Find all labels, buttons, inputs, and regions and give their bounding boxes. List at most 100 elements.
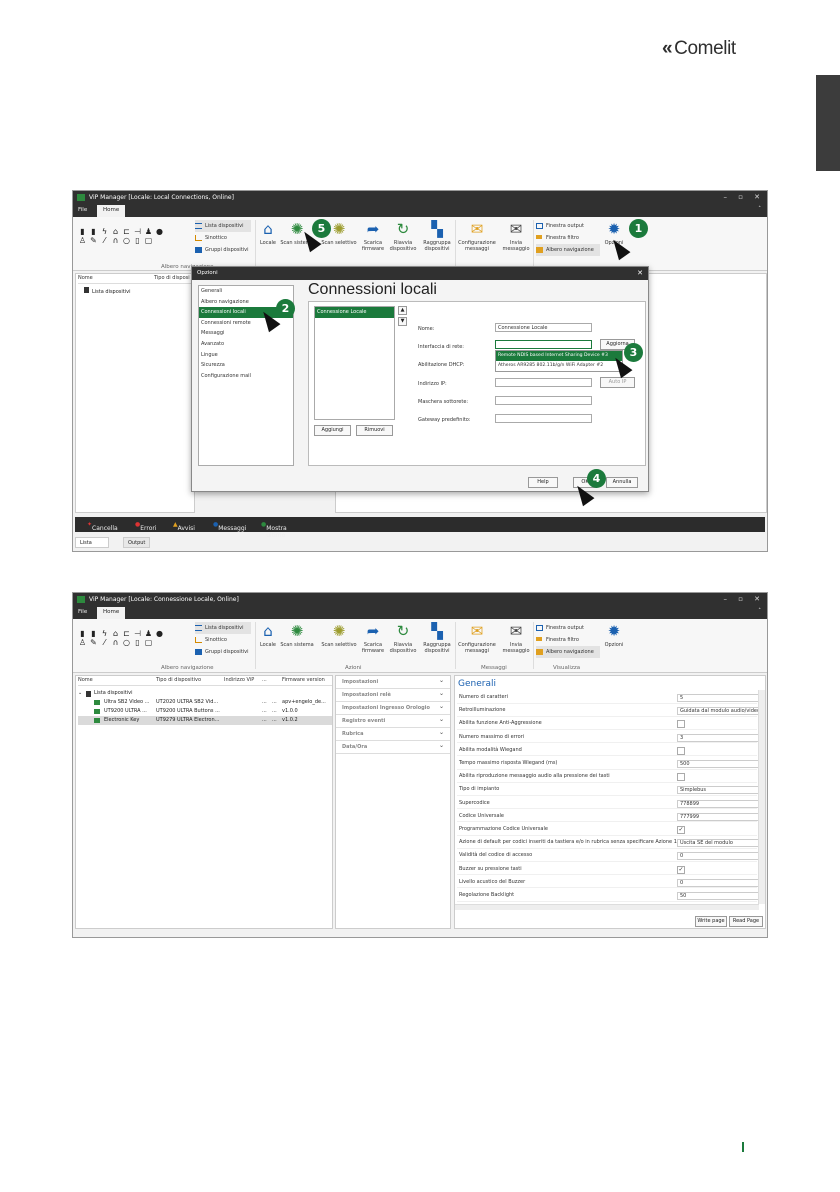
users-icon[interactable]: ♟: [144, 629, 153, 638]
phone-icon[interactable]: ▯: [133, 236, 142, 245]
property-checkbox[interactable]: ✓: [677, 826, 685, 834]
mostra-ultimo-button[interactable]: ● Mostra ultimo: [261, 521, 287, 539]
menu-file[interactable]: File: [78, 207, 87, 213]
property-checkbox[interactable]: [677, 720, 685, 729]
close-icon[interactable]: ✕: [754, 193, 760, 201]
dropdown-option-atheros[interactable]: Atheros AR9285 802.11b/g/n WiFi Adapter …: [496, 361, 622, 371]
tool-icon[interactable]: ϟ: [100, 629, 109, 638]
device-icon[interactable]: ▮: [78, 629, 87, 638]
table-row[interactable]: Ultra SB2 Video ... UT2020 ULTRA SB2 Vid.…: [78, 698, 332, 707]
ring-icon[interactable]: ○: [122, 638, 131, 647]
finestra-filtro-button[interactable]: Finestra filtro: [536, 232, 600, 244]
property-checkbox[interactable]: [677, 746, 685, 755]
dropdown-option-ndis[interactable]: Remote NDIS based Internet Sharing Devic…: [496, 351, 622, 361]
house-icon[interactable]: ⌂: [111, 629, 120, 638]
scarica-firmware-button[interactable]: ➦ Scarica firmware: [360, 221, 386, 252]
sinottico-button[interactable]: Sinottico: [195, 634, 251, 646]
property-value[interactable]: 778899: [677, 799, 761, 808]
write-page-button[interactable]: Write page: [695, 916, 727, 927]
accordion-rele[interactable]: Impostazioni relè: [336, 687, 450, 702]
gateway-field[interactable]: [495, 414, 592, 423]
collapse-ribbon-icon[interactable]: ˄: [758, 206, 761, 212]
accordion-orologio[interactable]: Impostazioni Ingresso Orologio: [336, 700, 450, 715]
invia-messaggio-button[interactable]: ✉ Invia messaggio: [501, 221, 531, 252]
property-value[interactable]: 5: [677, 694, 761, 702]
invia-messaggio-button[interactable]: ✉ Invia messaggio: [501, 623, 531, 654]
ring-icon[interactable]: ○: [122, 236, 131, 245]
door-icon[interactable]: ⊏: [122, 227, 131, 236]
pen-icon[interactable]: ✎: [89, 638, 98, 647]
ip-field[interactable]: [495, 378, 592, 387]
nav-sicurezza[interactable]: Sicurezza: [199, 360, 293, 371]
exit-icon[interactable]: ⊣: [133, 629, 142, 638]
property-value[interactable]: 0: [677, 852, 761, 861]
minimize-icon[interactable]: –: [724, 595, 728, 603]
connection-item[interactable]: Connessione Locale: [315, 307, 394, 318]
scan-sistema-button[interactable]: ✺ Scan sistema: [280, 623, 314, 648]
move-up-button[interactable]: ▲: [398, 306, 407, 315]
finestra-output-button[interactable]: Finestra output: [536, 220, 600, 232]
messaggi-button[interactable]: ● Messaggi: [213, 521, 246, 532]
move-down-button[interactable]: ▼: [398, 317, 407, 326]
device-icon[interactable]: ▮: [78, 227, 87, 236]
minimize-icon[interactable]: –: [724, 193, 728, 201]
nome-field[interactable]: Connessione Locale: [495, 323, 592, 332]
configurazione-messaggi-button[interactable]: ✉ Configurazione messaggi: [457, 623, 497, 654]
wand-icon[interactable]: ⁄: [100, 638, 109, 647]
sinottico-button[interactable]: Sinottico: [195, 232, 251, 244]
riavvia-dispositivo-button[interactable]: ↻ Riavvia dispositivo: [388, 623, 418, 654]
configurazione-messaggi-button[interactable]: ✉ Configurazione messaggi: [457, 221, 497, 252]
pen-icon[interactable]: ✎: [89, 236, 98, 245]
auto-ip-button[interactable]: Auto IP: [600, 377, 635, 388]
aggiungi-button[interactable]: Aggiungi: [314, 425, 351, 436]
lista-dispositivi-button[interactable]: Lista dispositivi: [195, 622, 251, 634]
finestra-output-button[interactable]: Finestra output: [536, 622, 600, 634]
property-value[interactable]: 777999: [677, 812, 761, 821]
raggruppa-dispositivi-button[interactable]: ▚ Raggruppa dispositivi: [420, 221, 454, 252]
property-value[interactable]: Simplebus: [677, 786, 761, 795]
property-value[interactable]: 50: [677, 892, 761, 900]
gruppi-dispositivi-button[interactable]: Gruppi dispositivi: [195, 244, 251, 256]
property-value[interactable]: 500: [677, 760, 761, 768]
tab-output[interactable]: Output: [123, 537, 151, 548]
errori-button[interactable]: ● Errori: [135, 521, 157, 532]
user-icon[interactable]: ●: [155, 629, 164, 638]
scarica-firmware-button[interactable]: ➦ Scarica firmware: [360, 623, 386, 654]
nav-configurazione-mail[interactable]: Configurazione mail: [199, 371, 293, 382]
property-value[interactable]: 0: [677, 878, 761, 887]
collapse-ribbon-icon[interactable]: ˄: [758, 608, 761, 614]
read-page-button[interactable]: Read Page: [729, 916, 763, 927]
help-button[interactable]: Help: [528, 477, 558, 488]
vertical-scrollbar[interactable]: [758, 690, 765, 904]
monitor-icon[interactable]: ▢: [144, 236, 153, 245]
expand-icon[interactable]: ⌄: [78, 689, 82, 698]
accordion-data-ora[interactable]: Data/Ora: [336, 739, 450, 754]
dialog-close-icon[interactable]: ✕: [637, 269, 643, 277]
nav-generali[interactable]: Generali: [199, 286, 293, 297]
locale-button[interactable]: ⌂ Locale: [257, 623, 279, 648]
device-icon[interactable]: ▮: [89, 227, 98, 236]
cancella-button[interactable]: ✦ Cancella: [87, 521, 118, 532]
rimuovi-button[interactable]: Rimuovi: [356, 425, 393, 436]
avvisi-button[interactable]: ▲ Avvisi: [173, 521, 195, 532]
table-row[interactable]: UT9200 ULTRA ... UT9200 ULTRA Buttons ...…: [78, 707, 332, 716]
property-checkbox[interactable]: ✓: [677, 865, 685, 874]
menu-home[interactable]: Home: [97, 607, 126, 619]
albero-navigazione-button[interactable]: Albero navigazione: [536, 646, 600, 658]
accordion-rubrica[interactable]: Rubrica: [336, 726, 450, 741]
device-icon[interactable]: ▮: [89, 629, 98, 638]
raggruppa-dispositivi-button[interactable]: ▚ Raggruppa dispositivi: [420, 623, 454, 654]
property-checkbox[interactable]: [677, 773, 685, 782]
opzioni-button[interactable]: ✹ Opzioni: [603, 623, 625, 648]
nav-messaggi[interactable]: Messaggi: [199, 328, 293, 339]
mask-field[interactable]: [495, 396, 592, 405]
close-icon[interactable]: ✕: [754, 595, 760, 603]
wand-icon[interactable]: ⁄: [100, 236, 109, 245]
nav-lingue[interactable]: Lingue: [199, 350, 293, 361]
user-icon[interactable]: ●: [155, 227, 164, 236]
person-icon[interactable]: ♙: [78, 236, 87, 245]
tool-icon[interactable]: ϟ: [100, 227, 109, 236]
horizontal-scrollbar[interactable]: [455, 904, 759, 910]
restore-icon[interactable]: ▫: [738, 193, 743, 201]
riavvia-dispositivo-button[interactable]: ↻ Riavvia dispositivo: [388, 221, 418, 252]
